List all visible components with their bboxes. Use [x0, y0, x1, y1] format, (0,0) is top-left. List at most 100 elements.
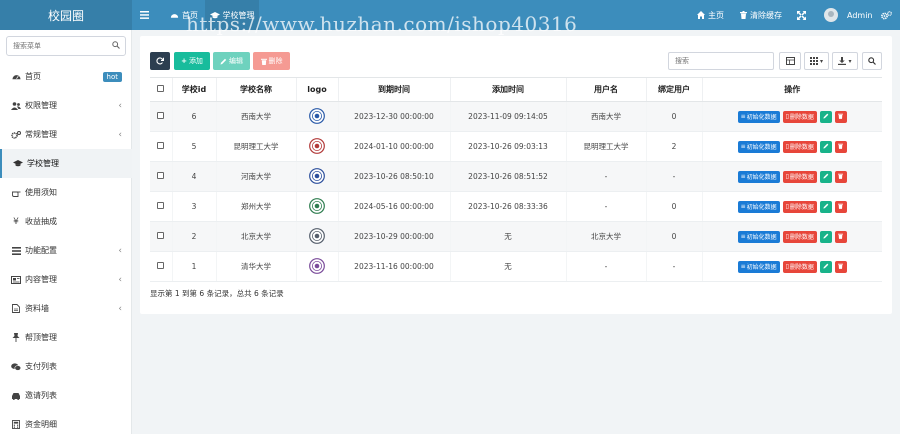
school-logo-image[interactable] — [309, 107, 325, 124]
edit-row-button[interactable] — [819, 230, 832, 243]
users-icon — [10, 101, 22, 110]
sidebar-item-general[interactable]: 常规管理 ‹ — [0, 120, 132, 149]
delete-data-button[interactable]: ▯ 删除数据 — [782, 110, 817, 123]
cell-expire-time: 2023-10-26 08:50:10 — [337, 161, 450, 192]
sidebar-item-content-management[interactable]: 内容管理 ‹ — [0, 265, 132, 294]
row-select-cell — [150, 251, 172, 282]
delete-row-button[interactable] — [834, 110, 847, 123]
column-header[interactable]: 绑定用户 — [645, 77, 702, 102]
delete-data-button[interactable]: ▯ 删除数据 — [782, 260, 817, 273]
delete-row-button[interactable] — [834, 260, 847, 273]
sidebar-item-home[interactable]: 首页 hot — [0, 62, 132, 91]
sidebar-item-revenue-share[interactable]: ¥ 收益抽成 — [0, 207, 132, 236]
user-name: Admin — [847, 10, 873, 20]
sidebar-item-materials-wall[interactable]: 资料墙 ‹ — [0, 294, 132, 323]
table-header-row: 学校id 学校名称 logo 到期时间 添加时间 用户名 绑定用户 操作 — [150, 77, 882, 102]
advanced-search-button[interactable] — [862, 52, 882, 70]
toggle-view-button[interactable] — [779, 52, 801, 70]
delete-data-button[interactable]: ▯ 删除数据 — [782, 200, 817, 213]
sidebar-item-usage-notice[interactable]: 使用须知 — [0, 178, 132, 207]
sidebar-toggle-button[interactable] — [140, 0, 149, 30]
delete-row-button[interactable] — [834, 170, 847, 183]
table-row[interactable]: 6 西南大学 2023-12-30 00:00:00 2023-11-09 09… — [150, 101, 882, 132]
init-data-button[interactable]: ≡ 初始化数据 — [737, 260, 780, 273]
row-checkbox[interactable] — [157, 232, 165, 239]
row-checkbox[interactable] — [157, 172, 165, 179]
school-logo-image[interactable] — [309, 227, 325, 244]
columns-dropdown[interactable]: ▾ — [804, 52, 829, 70]
add-button[interactable]: + 添加 — [174, 52, 210, 70]
init-data-button[interactable]: ≡ 初始化数据 — [737, 230, 780, 243]
refresh-button[interactable] — [150, 52, 170, 70]
school-logo-image[interactable] — [309, 167, 325, 184]
edit-button[interactable]: 编辑 — [213, 52, 250, 70]
column-header[interactable]: logo — [295, 77, 338, 102]
delete-data-button[interactable]: ▯ 删除数据 — [782, 170, 817, 183]
fullscreen-button[interactable] — [797, 0, 806, 30]
search-icon[interactable] — [112, 41, 120, 49]
edit-row-button[interactable] — [819, 140, 832, 153]
tab-school-management[interactable]: 学校管理 — [205, 0, 259, 30]
table-row[interactable]: 4 河南大学 2023-10-26 08:50:10 2023-10-26 08… — [150, 161, 882, 192]
init-data-button[interactable]: ≡ 初始化数据 — [737, 170, 780, 183]
delete-data-button[interactable]: ▯ 删除数据 — [782, 140, 817, 153]
column-header[interactable]: 添加时间 — [449, 77, 566, 102]
delete-data-label: 删除数据 — [789, 144, 814, 151]
edit-row-button[interactable] — [819, 110, 832, 123]
table-search-input[interactable] — [669, 53, 773, 69]
sidebar-item-label: 权限管理 — [25, 101, 57, 110]
tab-school-management-label: 学校管理 — [222, 10, 255, 20]
delete-row-button[interactable] — [834, 200, 847, 213]
app-logo[interactable]: 校园圈 — [0, 0, 132, 30]
row-checkbox[interactable] — [157, 142, 165, 149]
sidebar-item-bump-management[interactable]: 帮顶管理 — [0, 323, 132, 352]
column-header[interactable]: 到期时间 — [337, 77, 450, 102]
delete-data-button[interactable]: ▯ 删除数据 — [782, 230, 817, 243]
edit-row-button[interactable] — [819, 170, 832, 183]
row-checkbox[interactable] — [157, 202, 165, 209]
column-header[interactable]: 用户名 — [565, 77, 646, 102]
table-row[interactable]: 2 北京大学 2023-10-29 00:00:00 无 北京大学 0 ≡ 初始… — [150, 221, 882, 252]
user-menu[interactable]: Admin — [824, 0, 873, 30]
school-logo-image[interactable] — [309, 257, 325, 274]
yen-icon: ¥ — [13, 216, 19, 227]
grid-icon — [809, 57, 818, 65]
table-row[interactable]: 5 昆明理工大学 2024-01-10 00:00:00 2023-10-26 … — [150, 131, 882, 162]
school-logo-image[interactable] — [309, 197, 325, 214]
delete-button[interactable]: 删除 — [253, 52, 290, 70]
sidebar-search-input[interactable] — [7, 37, 103, 55]
edit-row-button[interactable] — [819, 200, 832, 213]
edit-row-button[interactable] — [819, 260, 832, 273]
row-checkbox[interactable] — [157, 262, 165, 269]
column-header[interactable]: 学校id — [171, 77, 216, 102]
delete-row-button[interactable] — [834, 140, 847, 153]
cell-bound-users: - — [645, 251, 702, 282]
sidebar-item-payment-list[interactable]: 支付列表 — [0, 352, 132, 381]
sidebar-item-permissions[interactable]: 权限管理 ‹ — [0, 91, 132, 120]
trash-icon — [740, 11, 747, 19]
delete-row-button[interactable] — [834, 230, 847, 243]
tab-home[interactable]: 首页 — [166, 0, 202, 30]
school-logo-image[interactable] — [309, 137, 325, 154]
table-row[interactable]: 3 郑州大学 2024-05-16 00:00:00 2023-10-26 08… — [150, 191, 882, 222]
init-data-button[interactable]: ≡ 初始化数据 — [737, 200, 780, 213]
sidebar-item-school-management[interactable]: 学校管理 — [0, 149, 132, 178]
list-icon: ≡ — [740, 233, 746, 240]
sidebar-item-feature-config[interactable]: 功能配置 ‹ — [0, 236, 132, 265]
column-header[interactable]: 学校名称 — [215, 77, 296, 102]
cell-operations: ≡ 初始化数据 ▯ 删除数据 — [701, 161, 882, 192]
settings-button[interactable] — [881, 0, 892, 30]
sidebar-item-fund-details[interactable]: 资金明细 — [0, 410, 132, 434]
export-dropdown[interactable]: ▾ — [832, 52, 858, 70]
sidebar-item-invite-list[interactable]: 邀请列表 — [0, 381, 132, 410]
select-all-checkbox[interactable] — [157, 85, 165, 92]
init-data-button[interactable]: ≡ 初始化数据 — [737, 140, 780, 153]
home-link[interactable]: 主页 — [697, 0, 724, 30]
cell-school-name: 北京大学 — [215, 221, 296, 252]
init-data-button[interactable]: ≡ 初始化数据 — [737, 110, 780, 123]
cell-expire-time: 2023-12-30 00:00:00 — [337, 101, 450, 132]
table-row[interactable]: 1 清华大学 2023-11-16 00:00:00 无 - - ≡ 初始化数据… — [150, 251, 882, 282]
row-checkbox[interactable] — [157, 112, 165, 119]
graduation-cap-icon — [209, 11, 220, 19]
clear-cache-button[interactable]: 清除缓存 — [740, 0, 782, 30]
